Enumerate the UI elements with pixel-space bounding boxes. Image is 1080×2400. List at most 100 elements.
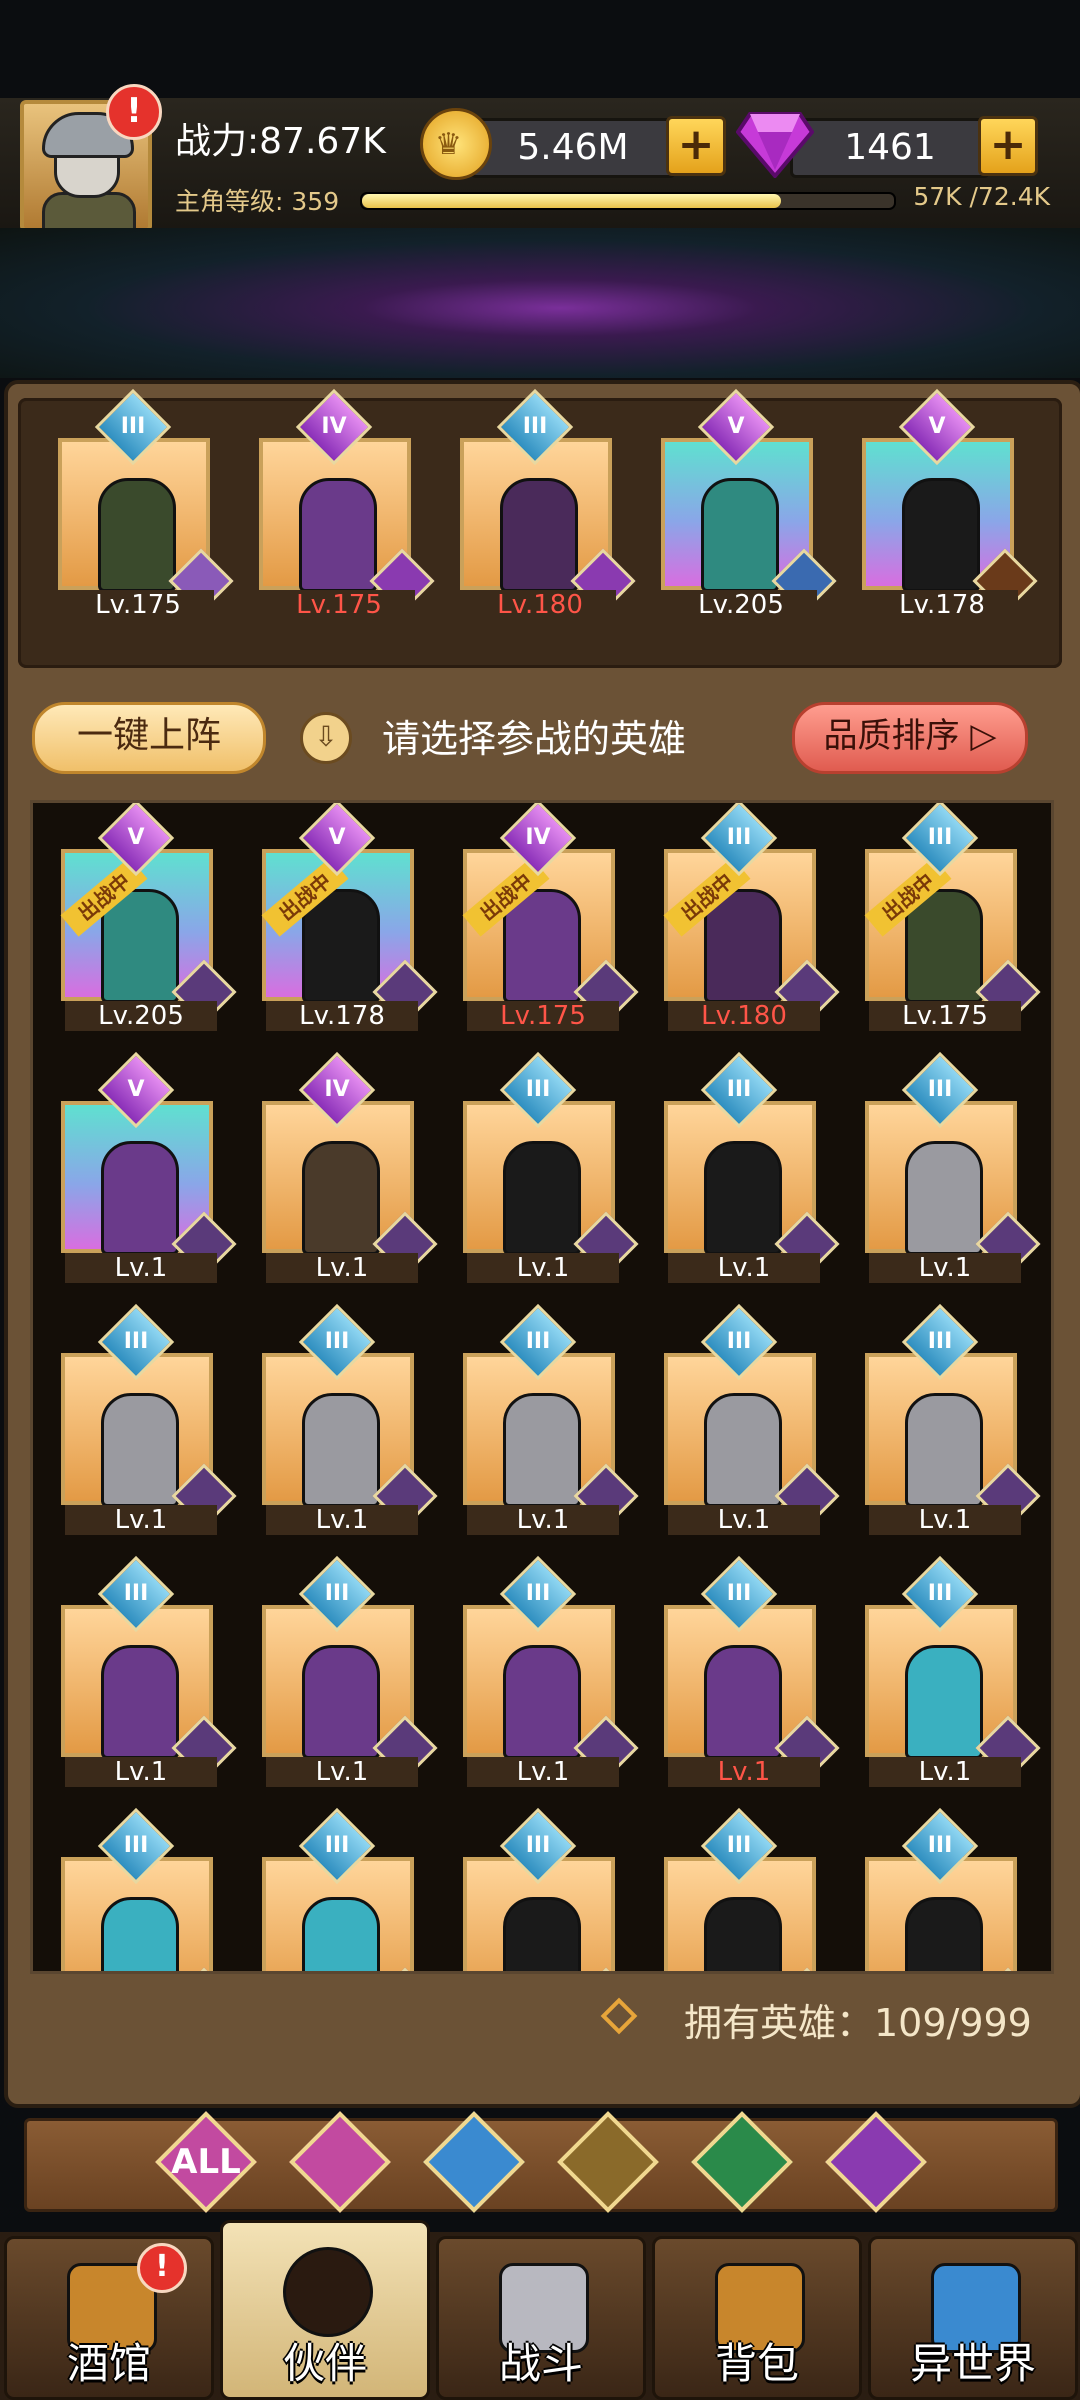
hero-level: Lv.1 bbox=[266, 1253, 418, 1283]
hero-level: Lv.175 bbox=[62, 590, 214, 620]
rank-badge-icon: V bbox=[97, 1051, 175, 1129]
hero-level: Lv.1 bbox=[65, 1757, 217, 1787]
demon-faction-icon[interactable] bbox=[825, 2111, 927, 2213]
rank-badge-icon: III bbox=[700, 1051, 778, 1129]
rank-badge-icon: III bbox=[499, 1807, 577, 1885]
filter-label: ALL bbox=[171, 2142, 241, 2182]
hero-portrait bbox=[101, 1141, 179, 1255]
hero-card[interactable]: III Lv.1 bbox=[61, 1303, 237, 1535]
knight-faction-icon[interactable] bbox=[289, 2111, 391, 2213]
team-slot-card[interactable]: V Lv.205 bbox=[661, 388, 837, 620]
hero-card[interactable]: III bbox=[463, 1807, 639, 1971]
rank-numeral: III bbox=[927, 1077, 953, 1102]
team-slot-card[interactable]: IV Lv.175 bbox=[259, 388, 435, 620]
hero-level: Lv.180 bbox=[668, 1001, 820, 1031]
nav-battle[interactable]: 战斗 bbox=[436, 2236, 646, 2400]
rank-badge-icon: III bbox=[298, 1303, 376, 1381]
rank-numeral: III bbox=[324, 1329, 350, 1354]
rank-numeral: III bbox=[123, 1581, 149, 1606]
team-slot-card[interactable]: V Lv.178 bbox=[862, 388, 1038, 620]
add-gold-button[interactable]: + bbox=[666, 116, 726, 176]
rank-numeral: V bbox=[127, 825, 145, 850]
hero-portrait bbox=[704, 1645, 782, 1759]
hero-card[interactable]: III Lv.1 bbox=[463, 1051, 639, 1283]
hero-portrait bbox=[101, 1645, 179, 1759]
quality-sort-button[interactable]: 品质排序 ▷ bbox=[792, 702, 1028, 774]
hero-card[interactable]: IV Lv.1 bbox=[262, 1051, 438, 1283]
rank-badge-icon: III bbox=[97, 1303, 175, 1381]
filter-diamond bbox=[557, 2111, 659, 2213]
rank-numeral: III bbox=[525, 1077, 551, 1102]
rank-badge-icon: III bbox=[901, 803, 979, 877]
avatar-alert-icon: ! bbox=[106, 84, 162, 140]
nav-tavern[interactable]: 酒馆! bbox=[4, 2236, 214, 2400]
nav-partner[interactable]: 伙伴 bbox=[220, 2220, 430, 2400]
rank-numeral: III bbox=[324, 1833, 350, 1858]
rank-badge-icon: III bbox=[499, 1303, 577, 1381]
hero-card[interactable]: III Lv.1 bbox=[865, 1051, 1041, 1283]
owned-heroes-count: 拥有英雄：109/999 bbox=[684, 2001, 1032, 2045]
rank-numeral: V bbox=[727, 414, 745, 439]
hero-card[interactable]: III Lv.1 bbox=[463, 1555, 639, 1787]
hero-card[interactable]: 出战中 V Lv.205 bbox=[60, 803, 237, 1031]
hero-card[interactable]: III Lv.1 bbox=[664, 1555, 840, 1787]
hero-level: Lv.205 bbox=[665, 590, 817, 620]
team-slot-card[interactable]: III Lv.180 bbox=[460, 388, 636, 620]
rank-numeral: III bbox=[123, 1329, 149, 1354]
rank-numeral: V bbox=[328, 825, 346, 850]
hero-card[interactable]: III bbox=[61, 1807, 237, 1971]
nav-backpack[interactable]: 背包 bbox=[652, 2236, 862, 2400]
player-level: 主角等级: 359 bbox=[175, 182, 339, 218]
rank-numeral: III bbox=[525, 1329, 551, 1354]
rank-numeral: III bbox=[525, 1833, 551, 1858]
download-arrow-icon: ⇩ bbox=[300, 712, 352, 764]
rank-badge-icon: III bbox=[901, 1555, 979, 1633]
rank-badge-icon: III bbox=[700, 803, 778, 877]
hero-card[interactable]: III Lv.1 bbox=[664, 1051, 840, 1283]
rank-badge-icon: III bbox=[97, 1807, 175, 1885]
all-filter-icon[interactable]: ALL bbox=[155, 2111, 257, 2213]
hero-card[interactable]: III Lv.1 bbox=[865, 1303, 1041, 1535]
hero-card[interactable]: 出战中 III Lv.180 bbox=[663, 803, 840, 1031]
rank-numeral: III bbox=[522, 414, 548, 439]
avatar-body bbox=[42, 192, 136, 228]
hero-portrait bbox=[302, 1645, 380, 1759]
hero-portrait bbox=[500, 478, 578, 592]
lion-faction-icon[interactable] bbox=[557, 2111, 659, 2213]
hero-card[interactable]: III Lv.1 bbox=[61, 1555, 237, 1787]
nav-label: 酒馆 bbox=[66, 2339, 151, 2388]
hero-card[interactable]: III Lv.1 bbox=[664, 1303, 840, 1535]
elf-faction-icon[interactable] bbox=[691, 2111, 793, 2213]
hero-card[interactable]: III bbox=[262, 1807, 438, 1971]
team-slot-card[interactable]: III Lv.175 bbox=[58, 388, 234, 620]
hero-card[interactable]: III bbox=[664, 1807, 840, 1971]
hero-card[interactable]: III Lv.1 bbox=[865, 1555, 1041, 1787]
nav-otherworld[interactable]: 异世界 bbox=[868, 2236, 1078, 2400]
hero-card[interactable]: III bbox=[865, 1807, 1041, 1971]
auto-deploy-button[interactable]: 一键上阵 bbox=[32, 702, 266, 774]
hero-portrait bbox=[503, 1141, 581, 1255]
add-gem-button[interactable]: + bbox=[978, 116, 1038, 176]
hero-portrait bbox=[704, 1897, 782, 1971]
hero-card[interactable]: 出战中 V Lv.178 bbox=[261, 803, 438, 1031]
hero-portrait bbox=[101, 1897, 179, 1971]
gold-amount: 5.46M bbox=[470, 118, 676, 178]
hero-card[interactable]: III Lv.1 bbox=[463, 1303, 639, 1535]
rank-badge-icon: V bbox=[97, 803, 175, 877]
hero-level: Lv.1 bbox=[65, 1505, 217, 1535]
hero-card[interactable]: III Lv.1 bbox=[262, 1555, 438, 1787]
rank-numeral: IV bbox=[324, 1077, 350, 1102]
rank-badge-icon: III bbox=[499, 1051, 577, 1129]
hero-card[interactable]: 出战中 III Lv.175 bbox=[864, 803, 1041, 1031]
merfolk-faction-icon[interactable] bbox=[423, 2111, 525, 2213]
select-hero-prompt: 请选择参战的英雄 bbox=[382, 717, 687, 761]
rank-numeral: III bbox=[927, 1581, 953, 1606]
hero-level: Lv.178 bbox=[866, 590, 1018, 620]
rank-badge-icon: V bbox=[298, 803, 376, 877]
rank-numeral: III bbox=[927, 1833, 953, 1858]
hero-level: Lv.1 bbox=[668, 1505, 820, 1535]
hero-card[interactable]: 出战中 IV Lv.175 bbox=[462, 803, 639, 1031]
hero-card[interactable]: V Lv.1 bbox=[61, 1051, 237, 1283]
rank-numeral: III bbox=[927, 1329, 953, 1354]
hero-card[interactable]: III Lv.1 bbox=[262, 1303, 438, 1535]
